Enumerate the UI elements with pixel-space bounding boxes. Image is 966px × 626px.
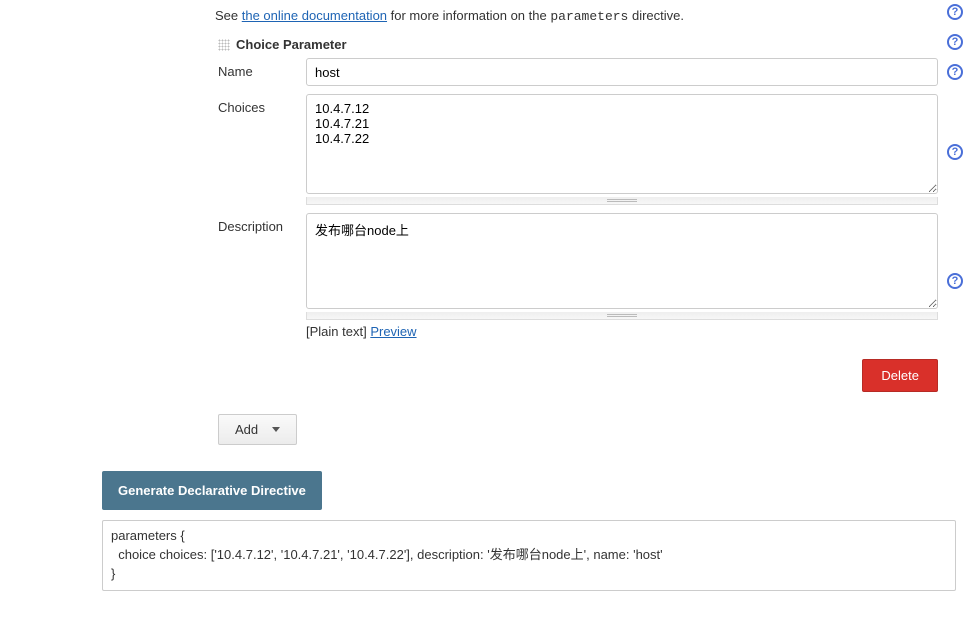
add-button-label: Add: [235, 422, 258, 437]
name-label: Name: [218, 58, 306, 79]
info-code: parameters: [550, 9, 628, 24]
resize-handle[interactable]: [306, 312, 938, 320]
help-icon[interactable]: ?: [947, 144, 963, 160]
param-title: Choice Parameter: [236, 37, 347, 52]
description-textarea[interactable]: [306, 213, 938, 309]
resize-handle[interactable]: [306, 197, 938, 205]
generate-button[interactable]: Generate Declarative Directive: [102, 471, 322, 510]
plain-text-label: [Plain text]: [306, 324, 370, 339]
online-docs-link[interactable]: the online documentation: [242, 8, 387, 23]
info-prefix: See: [215, 8, 242, 23]
info-text: See the online documentation for more in…: [0, 0, 966, 34]
format-line: [Plain text] Preview: [306, 324, 938, 339]
help-icon[interactable]: ?: [947, 64, 963, 80]
delete-button[interactable]: Delete: [862, 359, 938, 392]
name-input[interactable]: [306, 58, 938, 86]
choices-label: Choices: [218, 94, 306, 115]
help-icon[interactable]: ?: [947, 34, 963, 50]
add-button[interactable]: Add: [218, 414, 297, 445]
output-box[interactable]: parameters { choice choices: ['10.4.7.12…: [102, 520, 956, 591]
info-suffix: directive.: [628, 8, 684, 23]
param-header: Choice Parameter: [218, 34, 938, 58]
info-middle: for more information on the: [387, 8, 550, 23]
help-icon[interactable]: ?: [947, 4, 963, 20]
description-label: Description: [218, 213, 306, 234]
preview-link[interactable]: Preview: [370, 324, 416, 339]
choices-textarea[interactable]: [306, 94, 938, 194]
drag-handle-icon[interactable]: [218, 39, 230, 51]
help-icon[interactable]: ?: [947, 273, 963, 289]
chevron-down-icon: [272, 427, 280, 432]
